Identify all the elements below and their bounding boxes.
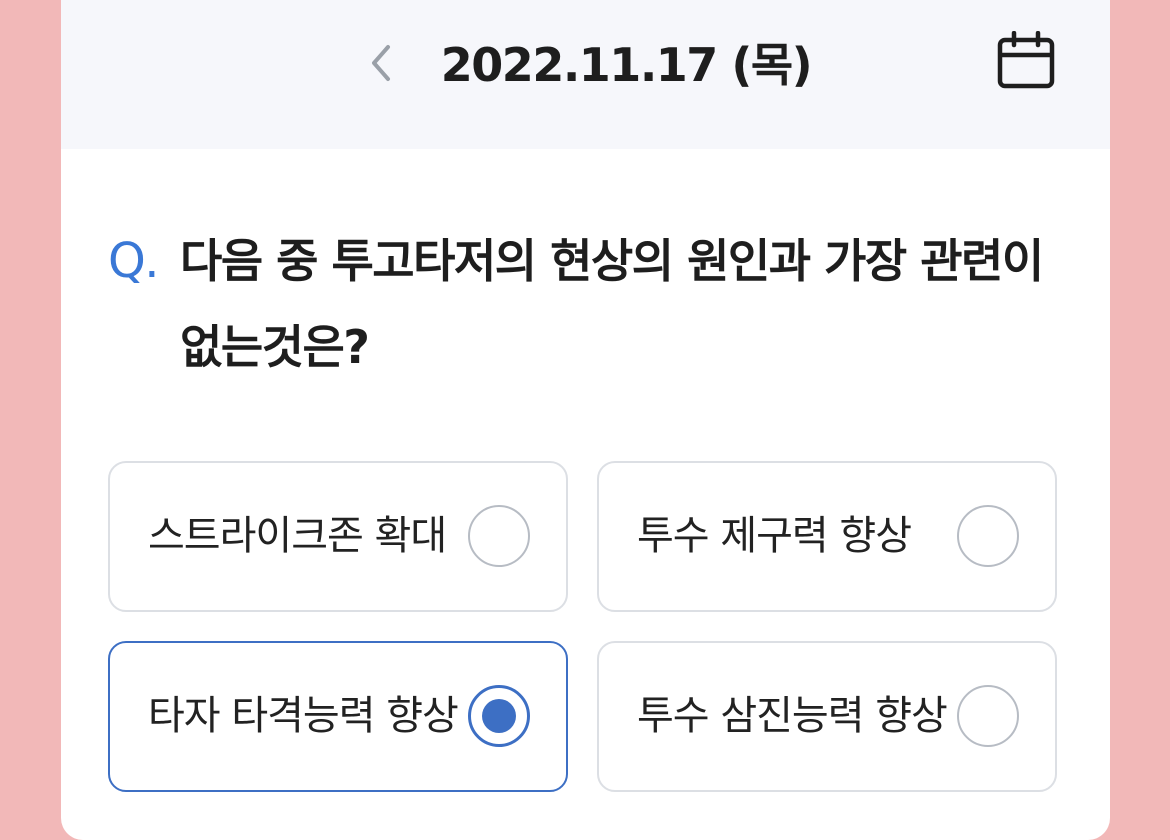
option-label: 투수 제구력 향상	[637, 513, 912, 559]
radio-checked-icon[interactable]	[468, 685, 530, 747]
quiz-card: 2022.11.17 (목) Q. 다음 중 투고타저의 현상의 원인과 가장 …	[61, 0, 1110, 840]
previous-date-button[interactable]	[359, 32, 403, 98]
radio-unchecked-icon[interactable]	[957, 685, 1019, 747]
option-2[interactable]: 투수 제구력 향상	[597, 461, 1057, 612]
calendar-button[interactable]	[993, 30, 1059, 96]
option-label: 스트라이크존 확대	[148, 513, 447, 559]
calendar-icon	[996, 30, 1056, 95]
option-label: 투수 삼진능력 향상	[637, 693, 948, 739]
radio-unchecked-icon[interactable]	[957, 505, 1019, 567]
radio-unchecked-icon[interactable]	[468, 505, 530, 567]
date-header: 2022.11.17 (목)	[61, 0, 1110, 149]
date-title: 2022.11.17 (목)	[440, 38, 813, 92]
radio-dot	[482, 699, 516, 733]
option-4[interactable]: 투수 삼진능력 향상	[597, 641, 1057, 792]
question-prefix: Q.	[108, 233, 160, 289]
option-3[interactable]: 타자 타격능력 향상	[108, 641, 568, 792]
chevron-left-icon	[366, 41, 396, 89]
question-text: 다음 중 투고타저의 현상의 원인과 가장 관련이 없는것은?	[180, 234, 1044, 374]
option-label: 타자 타격능력 향상	[148, 693, 459, 739]
option-1[interactable]: 스트라이크존 확대	[108, 461, 568, 612]
